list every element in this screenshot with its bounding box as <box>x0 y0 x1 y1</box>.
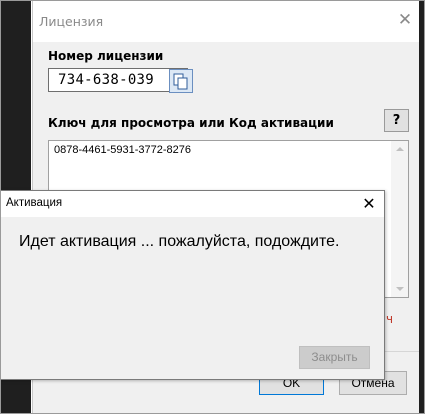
activation-message: Идет активация ... пожалуйста, подождите… <box>19 233 340 250</box>
activation-key-value: 0878-4461-5931-3772-8276 <box>54 144 192 156</box>
license-dialog-title: Лицензия <box>39 14 104 29</box>
license-number-field[interactable]: 734-638-039 <box>48 68 188 92</box>
copy-button[interactable] <box>169 69 193 93</box>
background-window-dark-right <box>418 0 425 414</box>
vertical-scrollbar[interactable] <box>391 141 408 297</box>
close-icon[interactable]: ✕ <box>358 193 380 215</box>
scroll-up-icon[interactable] <box>396 147 404 151</box>
copy-icon <box>173 73 188 90</box>
activation-key-label: Ключ для просмотра или Код активации <box>48 116 334 130</box>
close-button: Закрыть <box>299 346 370 369</box>
activation-dialog: Активация ✕ Идет активация ... пожалуйст… <box>0 190 385 380</box>
partial-red-text: ч <box>386 312 394 326</box>
activation-titlebar: Активация ✕ <box>1 191 384 217</box>
scroll-down-icon[interactable] <box>396 287 404 291</box>
close-icon[interactable]: ✕ <box>395 10 415 30</box>
help-button[interactable]: ? <box>384 109 409 132</box>
activation-dialog-title: Активация <box>6 197 63 209</box>
license-titlebar: Лицензия ✕ <box>33 0 419 42</box>
license-number-label: Номер лицензии <box>48 49 164 63</box>
